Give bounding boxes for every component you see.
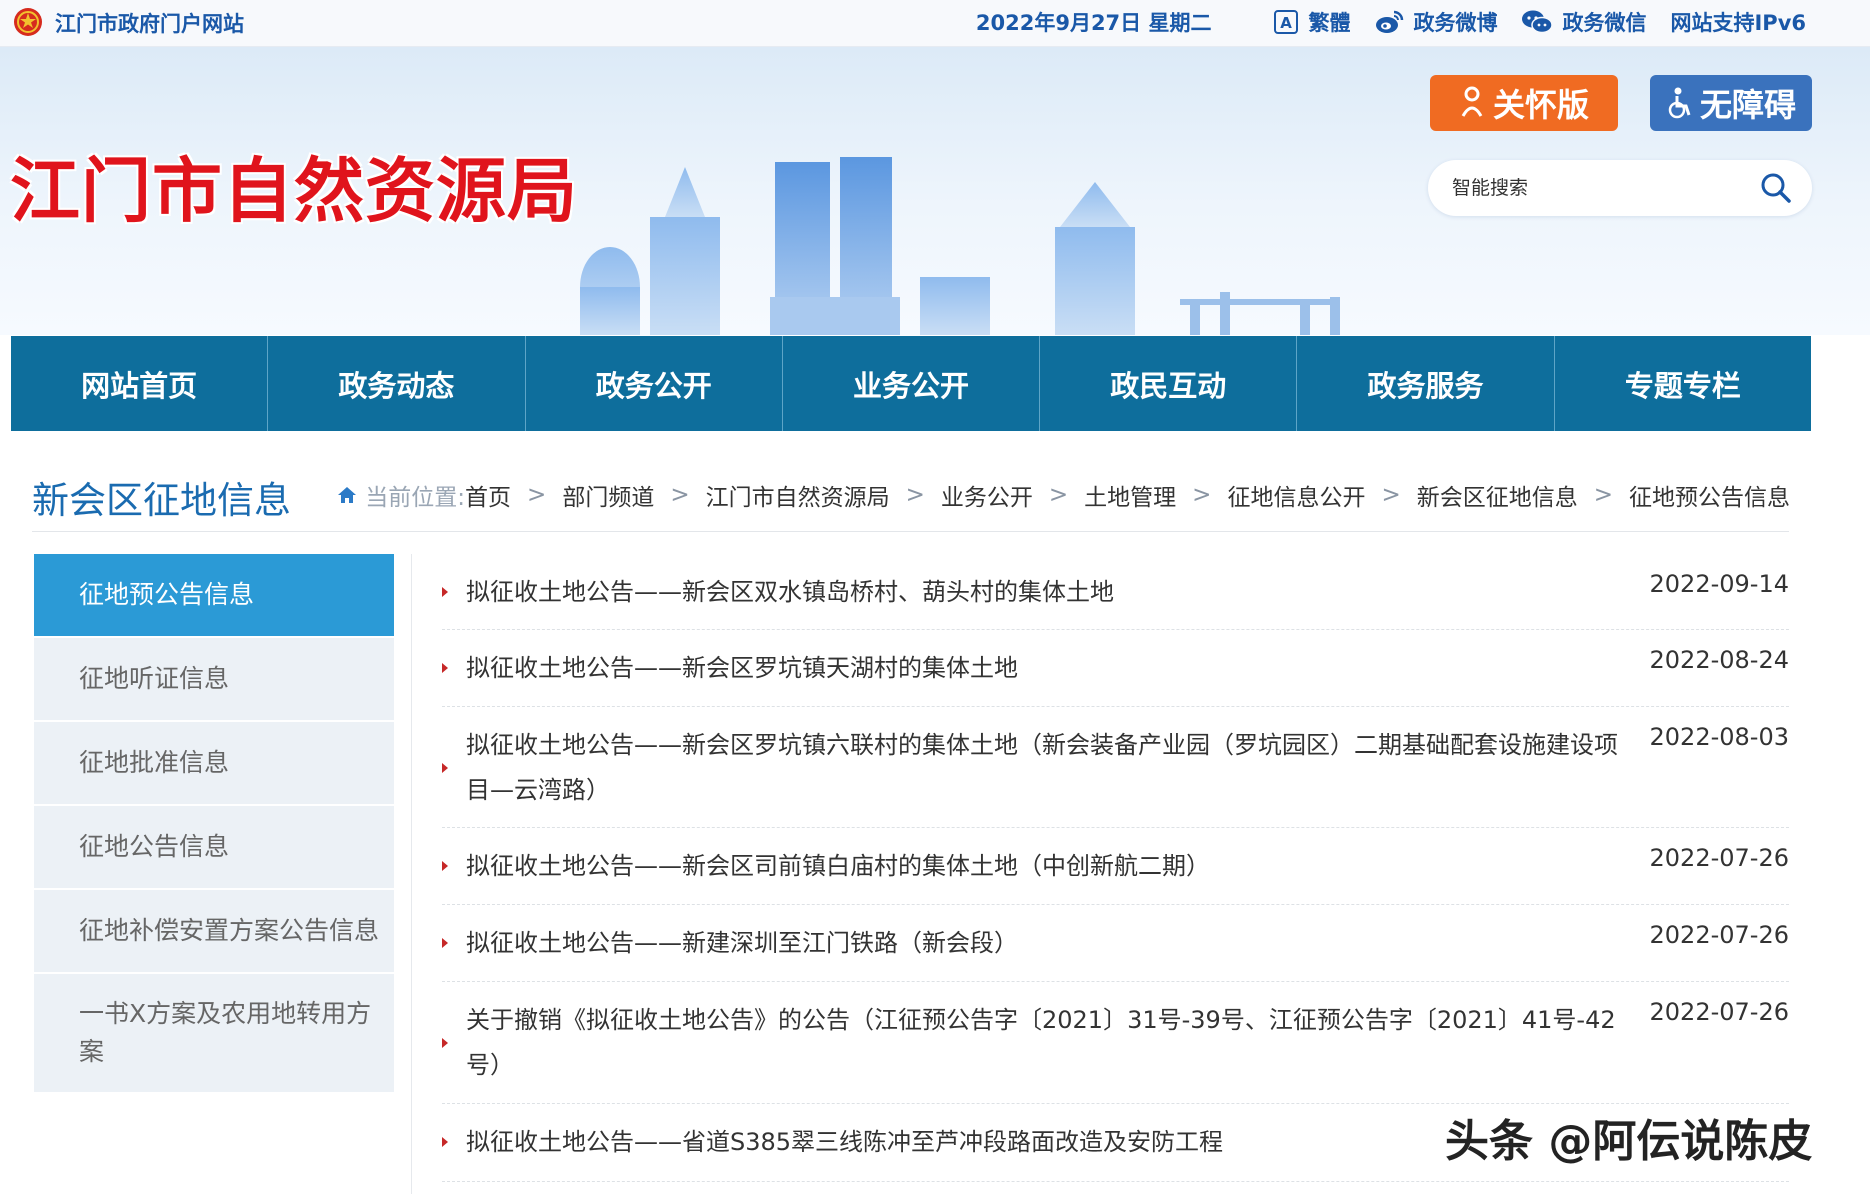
accessibility-button[interactable]: 无障碍 <box>1650 75 1812 131</box>
breadcrumb-item[interactable]: 首页 <box>465 478 511 512</box>
list-item-date: 2022-08-24 <box>1649 646 1789 674</box>
breadcrumb-item[interactable]: 土地管理 <box>1084 478 1176 512</box>
breadcrumb-separator: > <box>1048 482 1069 508</box>
sidebar-item-hearing[interactable]: 征地听证信息 <box>34 638 394 722</box>
list-item[interactable]: 拟征收土地公告——新建深圳至江门铁路（新会段） 2022-07-26 <box>442 905 1789 982</box>
wechat-link[interactable]: 政务微信 <box>1521 7 1646 37</box>
nav-news[interactable]: 政务动态 <box>268 336 526 431</box>
list-item[interactable]: 拟征收土地公告——新会区双水镇岛桥村、葫头村的集体土地 2022-09-14 <box>442 554 1789 630</box>
weibo-icon <box>1376 10 1404 33</box>
nav-interaction[interactable]: 政民互动 <box>1040 336 1298 431</box>
list-item-title[interactable]: 拟征收土地公告——新会区罗坑镇天湖村的集体土地 <box>466 630 1626 706</box>
wechat-icon <box>1522 10 1554 34</box>
traditional-chinese-link[interactable]: A 繁體 <box>1273 7 1350 37</box>
top-bar: 江门市政府门户网站 2022年9月27日 星期二 A 繁體 政务微博 政务微信 … <box>0 0 1870 47</box>
ipv6-link[interactable]: 网站支持IPv6 <box>1670 7 1806 37</box>
sidebar-item-approval[interactable]: 征地批准信息 <box>34 722 394 806</box>
breadcrumb-item[interactable]: 业务公开 <box>941 478 1033 512</box>
announcement-list: 拟征收土地公告——新会区双水镇岛桥村、葫头村的集体土地 2022-09-14 拟… <box>442 554 1789 1182</box>
list-item-date: 2022-08-03 <box>1649 723 1789 751</box>
wechat-label: 政务微信 <box>1562 11 1647 35</box>
breadcrumb-item[interactable]: 江门市自然资源局 <box>706 478 890 512</box>
bullet-icon <box>442 587 448 597</box>
list-item[interactable]: 拟征收土地公告——新会区罗坑镇天湖村的集体土地 2022-08-24 <box>442 630 1789 707</box>
page-title: 新会区征地信息 <box>32 479 291 522</box>
weibo-label: 政务微博 <box>1413 11 1498 35</box>
sidebar-divider <box>411 554 412 1194</box>
traditional-chinese-icon: A <box>1274 10 1299 34</box>
header-divider <box>32 531 1789 532</box>
gov-portal-link[interactable]: 江门市政府门户网站 <box>55 8 244 38</box>
list-item-title[interactable]: 关于撤销《拟征收土地公告》的公告（江征预公告字〔2021〕31号-39号、江征预… <box>466 982 1626 1103</box>
nav-services[interactable]: 政务服务 <box>1297 336 1555 431</box>
list-item-title[interactable]: 拟征收土地公告——新会区罗坑镇六联村的集体土地（新会装备产业园（罗坑园区）二期基… <box>466 707 1626 827</box>
list-item-date: 2022-09-14 <box>1649 570 1789 598</box>
nav-home[interactable]: 网站首页 <box>11 336 269 431</box>
search-box <box>1428 160 1812 216</box>
breadcrumb-item[interactable]: 征地信息公开 <box>1227 478 1365 512</box>
home-icon <box>338 487 357 503</box>
elder-care-icon <box>1461 86 1483 117</box>
list-item-title[interactable]: 拟征收土地公告——新会区双水镇岛桥村、葫头村的集体土地 <box>466 554 1626 629</box>
current-date: 2022年9月27日 星期二 <box>975 11 1212 35</box>
watermark: 头条 @阿伝说陈皮 <box>1445 1116 1813 1167</box>
breadcrumb: 当前位置: 首页 > 部门频道 > 江门市自然资源局 > 业务公开 > 土地管理… <box>337 478 1790 512</box>
ipv6-label: 网站支持IPv6 <box>1670 11 1806 35</box>
list-item[interactable]: 拟征收土地公告——新会区司前镇白庙村的集体土地（中创新航二期） 2022-07-… <box>442 828 1789 905</box>
weibo-link[interactable]: 政务微博 <box>1374 7 1497 37</box>
sidebar: 征地预公告信息 征地听证信息 征地批准信息 征地公告信息 征地补偿安置方案公告信… <box>34 554 394 1094</box>
sidebar-item-pre-announcement[interactable]: 征地预公告信息 <box>34 554 394 638</box>
breadcrumb-separator: > <box>670 482 690 508</box>
bullet-icon <box>442 1137 448 1147</box>
search-input[interactable] <box>1452 172 1752 204</box>
breadcrumb-separator: > <box>1593 482 1613 508</box>
list-item-date: 2022-07-26 <box>1649 998 1789 1026</box>
list-item-date: 2022-07-26 <box>1649 921 1789 949</box>
breadcrumb-item[interactable]: 部门频道 <box>562 478 654 512</box>
bullet-icon <box>442 1038 448 1048</box>
nav-topics[interactable]: 专题专栏 <box>1555 336 1811 431</box>
nav-gov-affairs[interactable]: 政务公开 <box>526 336 783 431</box>
sidebar-item-land-conversion[interactable]: 一书X方案及农用地转用方案 <box>34 974 394 1094</box>
list-item-date: 2022-07-26 <box>1649 844 1789 872</box>
national-emblem-icon <box>14 8 42 36</box>
traditional-chinese-label: 繁體 <box>1308 11 1351 35</box>
breadcrumb-item[interactable]: 新会区征地信息 <box>1417 478 1578 512</box>
list-item[interactable]: 关于撤销《拟征收土地公告》的公告（江征预公告字〔2021〕31号-39号、江征预… <box>442 982 1789 1104</box>
list-item-title[interactable]: 拟征收土地公告——新会区司前镇白庙村的集体土地（中创新航二期） <box>466 828 1626 904</box>
breadcrumb-separator: > <box>1192 482 1212 508</box>
accessibility-label: 无障碍 <box>1699 86 1796 124</box>
breadcrumb-label: 当前位置: <box>365 485 466 511</box>
header-banner: 江门市自然资源局 关怀版 无障碍 <box>0 47 1870 335</box>
svg-text:A: A <box>1281 14 1293 32</box>
breadcrumb-separator: > <box>905 482 925 508</box>
breadcrumb-separator: > <box>527 482 547 508</box>
bullet-icon <box>442 938 448 948</box>
bullet-icon <box>442 663 448 673</box>
list-item-title[interactable]: 拟征收土地公告——新建深圳至江门铁路（新会段） <box>466 905 1626 981</box>
sidebar-item-compensation[interactable]: 征地补偿安置方案公告信息 <box>34 890 394 974</box>
breadcrumb-separator: > <box>1381 482 1401 508</box>
list-item[interactable]: 拟征收土地公告——新会区罗坑镇六联村的集体土地（新会装备产业园（罗坑园区）二期基… <box>442 707 1789 828</box>
top-bar-tools: 2022年9月27日 星期二 A 繁體 政务微博 政务微信 网站支持IPv6 <box>976 0 1806 44</box>
nav-business[interactable]: 业务公开 <box>783 336 1041 431</box>
care-mode-button[interactable]: 关怀版 <box>1430 75 1618 131</box>
site-title: 江门市自然资源局 <box>10 150 578 232</box>
bullet-icon <box>442 861 448 871</box>
search-icon[interactable] <box>1760 172 1792 204</box>
main-nav: 网站首页 政务动态 政务公开 业务公开 政民互动 政务服务 专题专栏 <box>11 336 1811 431</box>
wheelchair-icon <box>1668 87 1691 119</box>
bullet-icon <box>442 763 448 773</box>
city-skyline-illustration <box>580 157 1340 335</box>
breadcrumb-item-current[interactable]: 征地预公告信息 <box>1629 478 1790 512</box>
sidebar-item-announcement[interactable]: 征地公告信息 <box>34 806 394 890</box>
care-mode-label: 关怀版 <box>1492 86 1589 124</box>
